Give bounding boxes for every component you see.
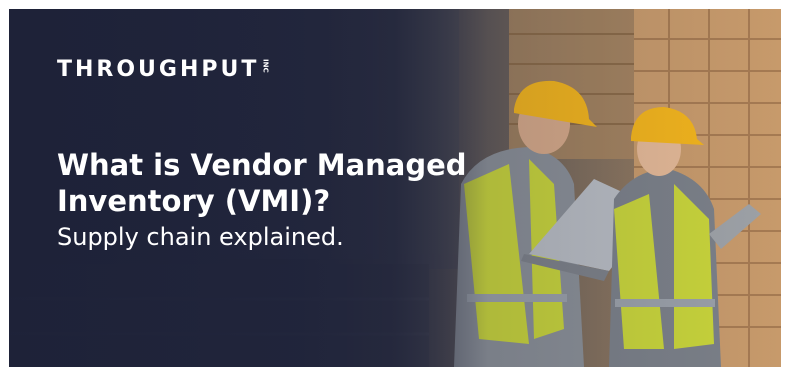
brand-logo[interactable]: THROUGHPUT INC: [57, 57, 269, 82]
title-line-1: What is Vendor Managed: [57, 148, 467, 182]
hero-banner: THROUGHPUT INC What is Vendor Managed In…: [9, 9, 781, 367]
subtitle: Supply chain explained.: [57, 223, 344, 251]
logo-wordmark: THROUGHPUT: [57, 57, 260, 82]
title-line-2: Inventory (VMI)?: [57, 184, 331, 218]
page-title: What is Vendor Managed Inventory (VMI)?: [57, 147, 497, 219]
logo-inc-mark: INC: [261, 59, 270, 73]
